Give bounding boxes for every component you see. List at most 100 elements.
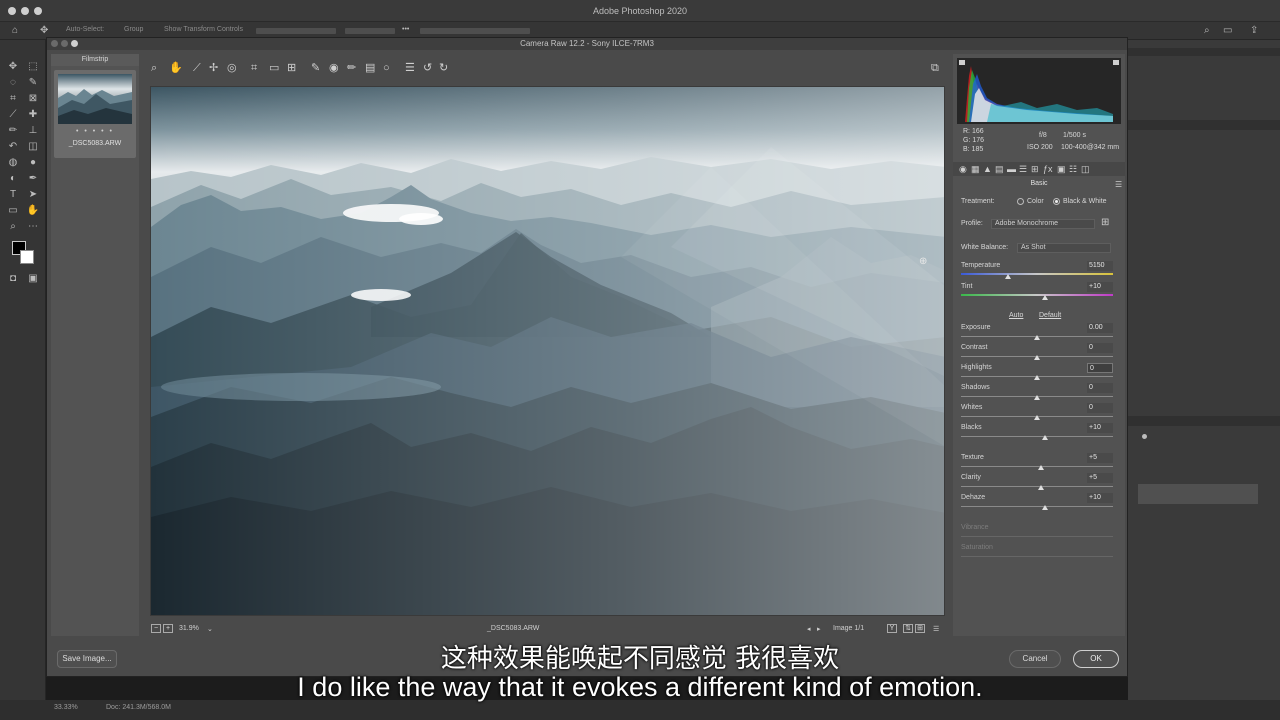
- rating-stars[interactable]: • • • • •: [54, 128, 136, 135]
- preferences-icon[interactable]: ☰: [405, 62, 415, 74]
- exposure-value[interactable]: 0.00: [1087, 323, 1113, 333]
- clarity-thumb[interactable]: [1037, 485, 1044, 490]
- tint-track[interactable]: [961, 294, 1113, 296]
- auto-select-checkbox[interactable]: Auto-Select:: [66, 26, 104, 33]
- hand-tool-icon[interactable]: ✋: [169, 62, 183, 74]
- profile-select[interactable]: Adobe Monochrome: [991, 219, 1095, 229]
- white-balance-tool-icon[interactable]: ⟋: [193, 62, 201, 74]
- path-select-icon[interactable]: ➤: [26, 188, 40, 202]
- blacks-thumb[interactable]: [1041, 435, 1048, 440]
- red-eye-icon[interactable]: ◉: [329, 62, 339, 74]
- group-select[interactable]: Group: [124, 26, 143, 33]
- zoom-tool-icon[interactable]: ⌕: [6, 220, 20, 234]
- profile-browser-icon[interactable]: ⊞: [1101, 217, 1109, 228]
- tab-calibration-icon[interactable]: ▣: [1057, 164, 1066, 174]
- prev-image-icon[interactable]: ◂: [807, 625, 811, 633]
- frame-tool-icon[interactable]: ⊠: [26, 92, 40, 106]
- tab-detail-icon[interactable]: ▲: [983, 164, 992, 174]
- rotate-right-icon[interactable]: ↻: [439, 62, 448, 74]
- graduated-filter-icon[interactable]: ▤: [365, 62, 375, 74]
- image-preview[interactable]: [150, 86, 945, 616]
- radial-filter-icon[interactable]: ○: [383, 62, 390, 74]
- eraser-tool-icon[interactable]: ◫: [26, 140, 40, 154]
- search-icon[interactable]: ⌕: [1204, 25, 1210, 36]
- blacks-value[interactable]: +10: [1087, 423, 1113, 433]
- zoom-dropdown-icon[interactable]: ⌄: [207, 625, 213, 633]
- texture-thumb[interactable]: [1037, 465, 1044, 470]
- straighten-tool-icon[interactable]: ▭: [269, 62, 279, 74]
- stamp-tool-icon[interactable]: ⊥: [26, 124, 40, 138]
- transform-tool-icon[interactable]: ⊞: [287, 62, 296, 74]
- brush-tool-icon[interactable]: ✏: [6, 124, 20, 138]
- contrast-value[interactable]: 0: [1087, 343, 1113, 353]
- whites-value[interactable]: 0: [1087, 403, 1113, 413]
- type-tool-icon[interactable]: T: [6, 188, 20, 202]
- treatment-bw-radio[interactable]: [1053, 198, 1060, 205]
- crop-tool-icon[interactable]: ⌗: [6, 92, 20, 106]
- screen-mode-icon[interactable]: ▣: [26, 272, 40, 286]
- move-tool-icon[interactable]: ✥: [40, 25, 48, 36]
- panel-menu-icon[interactable]: ☰: [1115, 180, 1122, 189]
- shadows-value[interactable]: 0: [1087, 383, 1113, 393]
- zoom-tool-icon[interactable]: ⌕: [151, 62, 157, 74]
- highlights-thumb[interactable]: [1034, 375, 1040, 380]
- dodge-tool-icon[interactable]: ◐: [6, 172, 20, 186]
- hand-tool-icon[interactable]: ✋: [26, 204, 40, 218]
- more-options-button[interactable]: •••: [402, 26, 409, 33]
- filmstrip-thumbnail[interactable]: • • • • • _DSC5083.ARW: [54, 70, 136, 158]
- exposure-thumb[interactable]: [1034, 335, 1040, 340]
- align-icons[interactable]: [256, 28, 336, 34]
- dehaze-value[interactable]: +10: [1087, 493, 1113, 503]
- spot-removal-icon[interactable]: ✎: [311, 62, 320, 74]
- zoom-level[interactable]: 31.9%: [179, 625, 199, 632]
- tab-effects-icon[interactable]: ƒx: [1043, 164, 1053, 174]
- home-icon[interactable]: ⌂: [12, 25, 18, 36]
- tab-hsl-icon[interactable]: ▤: [995, 164, 1004, 174]
- 3d-mode-icons[interactable]: [420, 28, 530, 34]
- tint-thumb[interactable]: [1041, 295, 1048, 300]
- tab-snapshots-icon[interactable]: ◫: [1081, 164, 1090, 174]
- swap-settings-button[interactable]: ⇅: [903, 624, 913, 633]
- before-after-toggle[interactable]: Y: [887, 624, 897, 633]
- quick-mask-icon[interactable]: ◘: [6, 272, 20, 286]
- eyedropper-icon[interactable]: ⟋: [6, 108, 20, 122]
- pen-tool-icon[interactable]: ✒: [26, 172, 40, 186]
- move-tool-icon[interactable]: ✥: [6, 60, 20, 74]
- copy-settings-button[interactable]: ⊞: [915, 624, 925, 633]
- distribute-icons[interactable]: [345, 28, 395, 34]
- treatment-color-label[interactable]: Color: [1027, 198, 1044, 205]
- dehaze-thumb[interactable]: [1041, 505, 1048, 510]
- treatment-bw-label[interactable]: Black & White: [1063, 198, 1107, 205]
- color-sampler-icon[interactable]: ✢: [209, 62, 218, 74]
- tab-tone-curve-icon[interactable]: ▦: [971, 164, 980, 174]
- dehaze-track[interactable]: [961, 506, 1113, 507]
- tab-basic-icon[interactable]: ◉: [959, 164, 967, 174]
- background-color-swatch[interactable]: [20, 250, 34, 264]
- whites-thumb[interactable]: [1034, 415, 1040, 420]
- tab-lens-icon[interactable]: ☰: [1019, 164, 1027, 174]
- fullscreen-toggle-icon[interactable]: ⧉: [931, 62, 939, 74]
- rectangle-tool-icon[interactable]: ▭: [6, 204, 20, 218]
- zoom-in-button[interactable]: +: [163, 624, 173, 633]
- tab-presets-icon[interactable]: ☷: [1069, 164, 1077, 174]
- adjustment-brush-icon[interactable]: ✏: [347, 62, 356, 74]
- treatment-color-radio[interactable]: [1017, 198, 1024, 205]
- edit-toolbar-icon[interactable]: ⋯: [26, 220, 40, 234]
- texture-value[interactable]: +5: [1087, 453, 1113, 463]
- workspace-icon[interactable]: ▭: [1223, 25, 1232, 36]
- preview-preferences-icon[interactable]: ☰: [933, 625, 939, 633]
- auto-link[interactable]: Auto: [1009, 312, 1023, 319]
- tint-value[interactable]: +10: [1087, 282, 1113, 292]
- quick-select-icon[interactable]: ✎: [26, 76, 40, 90]
- tab-split-toning-icon[interactable]: ▬: [1007, 164, 1016, 174]
- highlights-value[interactable]: 0: [1087, 363, 1113, 373]
- blur-tool-icon[interactable]: ●: [26, 156, 40, 170]
- clarity-value[interactable]: +5: [1087, 473, 1113, 483]
- show-transform-checkbox[interactable]: Show Transform Controls: [164, 26, 243, 33]
- default-link[interactable]: Default: [1039, 312, 1061, 319]
- next-image-icon[interactable]: ▸: [817, 625, 821, 633]
- temperature-track[interactable]: [961, 273, 1113, 275]
- temperature-value[interactable]: 5150: [1087, 261, 1113, 271]
- rotate-left-icon[interactable]: ↺: [423, 62, 432, 74]
- contrast-thumb[interactable]: [1034, 355, 1040, 360]
